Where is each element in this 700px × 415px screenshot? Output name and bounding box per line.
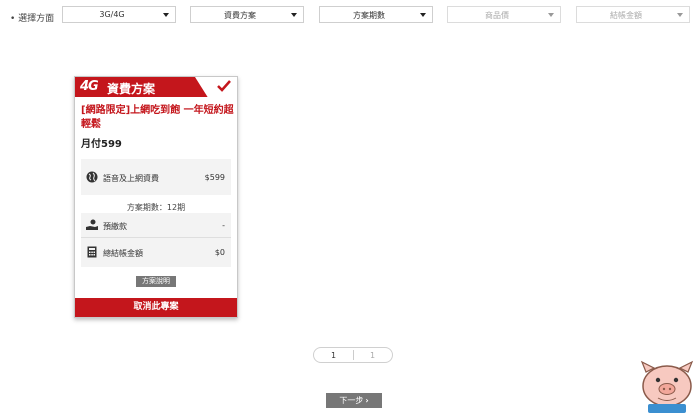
chevron-right-icon: › [365,396,369,405]
4g-logo: 4G [80,79,99,94]
plan-name: [網路限定]上網吃到飽 一年短約超輕鬆 [81,105,234,130]
chevron-down-icon [677,13,683,17]
prepay-label: 預繳款 [103,222,127,231]
network-type-select-value: 3G/4G [99,10,125,19]
product-price-select[interactable]: 商品價 [447,6,561,23]
prepay-row: 預繳款 - [81,213,231,237]
calculator-icon [87,246,97,258]
selected-check [195,77,237,97]
product-price-select-value: 商品價 [485,11,509,20]
chevron-down-icon [548,13,554,17]
pig-mascot-logo [640,360,694,413]
globe-icon [86,171,98,183]
checkout-amount-select-value: 結帳金額 [610,11,642,20]
contract-term-select-value: 方案期數 [353,11,385,20]
voice-data-value: $599 [204,173,225,182]
current-page[interactable]: 1 [314,351,353,360]
total-value: $0 [214,248,225,257]
chevron-down-icon [420,13,426,17]
plan-card: 4G 資費方案 [網路限定]上網吃到飽 一年短約超輕鬆 月付599 語音及上網資… [74,76,238,318]
total-pages[interactable]: 1 [353,351,392,360]
chevron-down-icon [163,13,169,17]
cancel-plan-button[interactable]: 取消此專案 [75,298,237,317]
next-step-label: 下一步 [339,396,364,405]
monthly-fee: 月付599 [81,139,122,150]
chevron-down-icon [291,13,297,17]
next-step-button[interactable]: 下一步 › [326,393,382,408]
filter-bar: • 選擇方面 3G/4G 資費方案 方案期數 商品價 結帳金額 [0,0,700,34]
voice-data-label: 語音及上網資費 [103,174,159,183]
prepay-value: - [222,221,225,230]
voice-data-section: 語音及上網資費 $599 [81,159,231,195]
plan-card-title: 資費方案 [107,82,156,96]
rate-plan-select-value: 資費方案 [224,11,256,20]
payment-section: 預繳款 - 總結帳金額 $0 [81,213,231,267]
total-label: 總結帳金額 [103,249,143,258]
contract-term: 方案期數：12期 [126,203,186,212]
pagination: 1 1 [313,347,393,363]
contract-term-select[interactable]: 方案期數 [319,6,433,23]
voice-data-row: 語音及上網資費 $599 [81,159,231,195]
filter-label: • 選擇方面 [10,14,55,24]
network-type-select[interactable]: 3G/4G [62,6,176,23]
plan-info-button[interactable]: 方案說明 [136,276,176,287]
rate-plan-select[interactable]: 資費方案 [190,6,304,23]
total-row: 總結帳金額 $0 [81,237,231,267]
hand-coin-icon [86,219,98,230]
plan-card-header: 4G 資費方案 [75,77,237,97]
checkmark-icon [217,80,231,92]
checkout-amount-select[interactable]: 結帳金額 [576,6,690,23]
